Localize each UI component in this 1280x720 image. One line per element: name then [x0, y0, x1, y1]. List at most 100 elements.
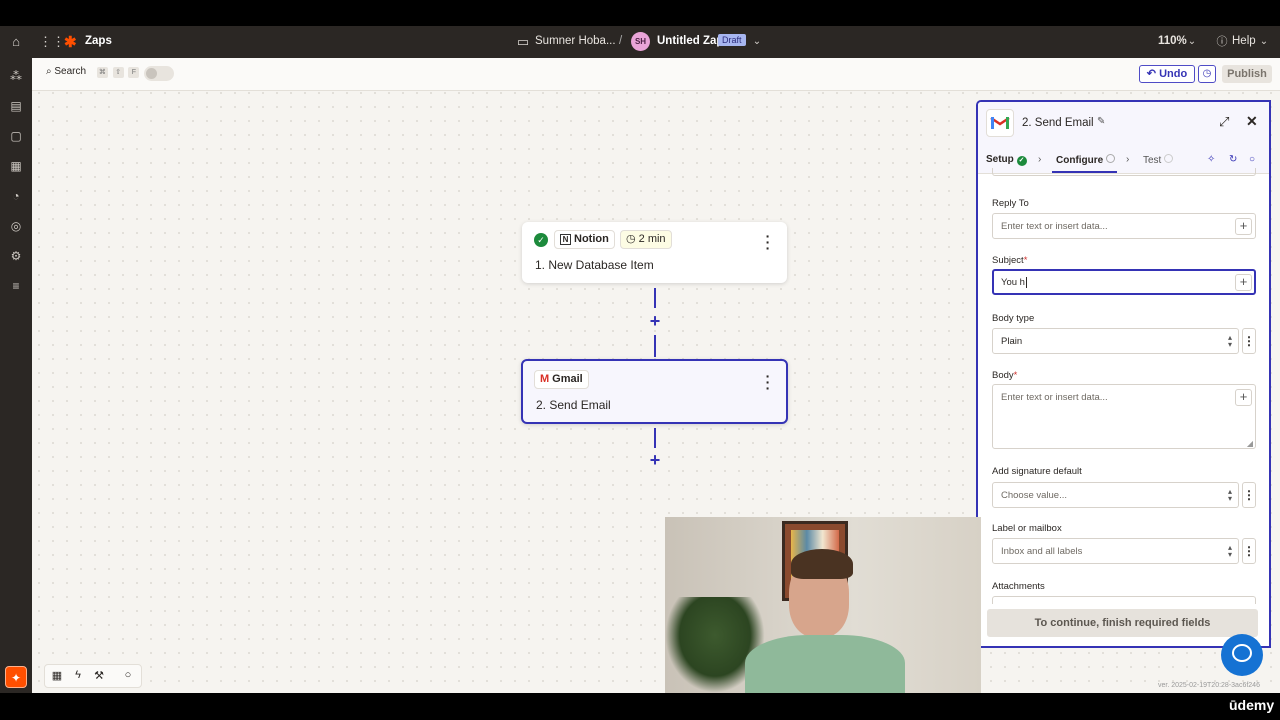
label-text: Body [992, 370, 1014, 381]
shortcut-key: F [128, 67, 140, 78]
app-name: Gmail [552, 373, 583, 385]
add-step-button[interactable]: + [648, 312, 662, 330]
attachments-label: Attachments [992, 581, 1045, 592]
shortcut-key: ⌘ [96, 67, 108, 78]
apps-grid-icon[interactable]: ⋮⋮ [39, 34, 65, 50]
step-menu-button[interactable]: · · · [763, 369, 773, 395]
zoom-level[interactable]: 110% [1158, 35, 1187, 47]
body-type-label: Body type [992, 313, 1035, 324]
tables-nav-icon[interactable]: ▤ [8, 98, 24, 114]
clock-icon: ◷ [626, 233, 639, 245]
zapier-ai-icon[interactable]: ✦ [5, 666, 27, 688]
step-node-trigger[interactable]: ✓ N Notion ◷ 2 min · · · 1. New Database It… [522, 222, 787, 283]
calendar-nav-icon[interactable]: ▦ [8, 158, 24, 174]
person-shirt [745, 635, 905, 693]
undo-button[interactable]: ↶ Undo [1139, 65, 1195, 83]
home-icon[interactable]: ⌂ [8, 34, 24, 50]
chevron-right-icon: › [1038, 154, 1042, 165]
text-cursor [1025, 277, 1027, 288]
step-title: 1. New Database Item [535, 258, 654, 272]
left-sidebar: ⁂ ▤ ▢ ▦ ◔ ◎ ⚙ ≡ ✦ [0, 58, 32, 693]
step-node-action[interactable]: M Gmail · · · 2. Send Email [521, 359, 788, 424]
zap-icon[interactable]: ϟ [71, 669, 85, 681]
zoom-chevron-icon[interactable]: ⌄ [1184, 34, 1200, 50]
test-status-icon [1164, 154, 1174, 163]
attachments-field[interactable] [992, 596, 1256, 604]
gmail-logo-icon: M [540, 373, 550, 385]
reply-to-input[interactable]: Enter text or insert data... + [992, 213, 1256, 239]
templates-nav-icon[interactable]: ≡ [8, 278, 24, 294]
previous-field [992, 168, 1256, 176]
body-type-select[interactable]: Plain ▴ ▾ [992, 328, 1239, 354]
search-button[interactable]: ⌕ Search ⌘ ⇧ F [46, 66, 140, 78]
insert-data-button[interactable]: + [1235, 274, 1252, 291]
zaps-label[interactable]: Zaps [85, 35, 112, 47]
step-title: 2. Send Email [536, 398, 611, 412]
tab-test[interactable]: Test [1143, 154, 1174, 166]
signature-select[interactable]: Choose value... ▴ ▾ [992, 482, 1239, 508]
history-nav-icon[interactable]: ◔ [8, 188, 24, 204]
signature-label: Add signature default [992, 466, 1082, 477]
tab-setup[interactable]: Setup ✓ [986, 154, 1027, 166]
undo-icon: ↶ [1146, 68, 1160, 80]
settings-nav-icon[interactable]: ⚙ [8, 248, 24, 264]
label-mailbox-select[interactable]: Inbox and all labels ▴ ▾ [992, 538, 1239, 564]
comment-icon[interactable]: ○ [121, 669, 135, 681]
help-chevron-icon[interactable]: ⌄ [1256, 34, 1272, 50]
chevron-updown-icon: ▴ ▾ [1227, 487, 1232, 503]
edit-pencil-icon[interactable]: ✎ [1097, 116, 1105, 127]
activity-nav-icon[interactable]: ◎ [8, 218, 24, 234]
help-icon: ⓘ [1216, 36, 1228, 48]
gmail-logo-icon [986, 109, 1014, 137]
refresh-icon[interactable]: ↻ [1229, 154, 1237, 165]
app-pill-gmail: M Gmail [534, 370, 589, 389]
subject-input[interactable]: You h + [992, 269, 1256, 295]
field-options-button[interactable]: ⋮ [1242, 482, 1256, 508]
close-icon[interactable]: ✕ [1246, 113, 1258, 130]
add-step-button[interactable]: + [648, 451, 662, 469]
app-pill-notion: N Notion [554, 230, 615, 249]
app-name: Notion [574, 233, 609, 245]
field-options-button[interactable]: ⋮ [1242, 538, 1256, 564]
body-textarea[interactable]: Enter text or insert data... + ◢ [992, 384, 1256, 449]
folder-breadcrumb[interactable]: Sumner Hoba... [535, 35, 616, 47]
resize-handle-icon[interactable]: ◢ [1247, 439, 1253, 448]
required-marker: * [1023, 255, 1028, 266]
success-check-icon: ✓ [1016, 156, 1027, 166]
continue-button[interactable]: To continue, finish required fields [987, 609, 1258, 637]
version-history-button[interactable]: ◷ [1198, 65, 1216, 83]
insert-data-button[interactable]: + [1235, 389, 1252, 406]
zap-name[interactable]: Untitled Zap [657, 35, 723, 47]
zaps-nav-icon[interactable]: ⁂ [8, 68, 24, 84]
insert-data-button[interactable]: + [1235, 218, 1252, 235]
webcam-video [665, 517, 981, 693]
reply-to-placeholder: Enter text or insert data... [1001, 221, 1108, 232]
connector-line [654, 288, 656, 308]
avatar: SH [631, 32, 650, 51]
body-label: Body* [992, 370, 1017, 381]
tools-icon[interactable]: ⚒ [92, 669, 106, 682]
chat-support-button[interactable] [1221, 634, 1263, 676]
signature-value: Choose value... [1001, 490, 1068, 501]
subject-value: You h [1001, 277, 1025, 288]
connector-line [654, 335, 656, 357]
draft-badge: Draft [718, 34, 746, 46]
step-menu-button[interactable]: · · · [763, 229, 773, 255]
ai-sparkle-icon[interactable]: ✧ [1207, 154, 1215, 165]
publish-button[interactable]: Publish [1222, 65, 1272, 83]
version-text: ver. 2025-02-19T20:28-3ac6f246 [1158, 682, 1260, 689]
expand-icon[interactable]: ⤢ [1219, 114, 1229, 130]
comment-icon[interactable]: ○ [1249, 154, 1255, 165]
field-options-button[interactable]: ⋮ [1242, 328, 1256, 354]
tab-label: Setup [986, 154, 1014, 165]
help-menu[interactable]: Help [1232, 35, 1256, 47]
top-bar: ⌂ ⋮⋮ ✱ Zaps ▭ Sumner Hoba... / SH Untitl… [0, 26, 1280, 58]
chevron-down-icon[interactable]: ⌄ [749, 34, 765, 50]
toggle-switch[interactable] [144, 66, 174, 81]
layout-icon[interactable]: ▦ [50, 669, 64, 682]
panel-title[interactable]: 2. Send Email [1022, 117, 1094, 129]
tab-configure[interactable]: Configure [1056, 154, 1115, 166]
body-type-value: Plain [1001, 336, 1023, 347]
undo-label: Undo [1159, 68, 1188, 80]
interfaces-nav-icon[interactable]: ▢ [8, 128, 24, 144]
